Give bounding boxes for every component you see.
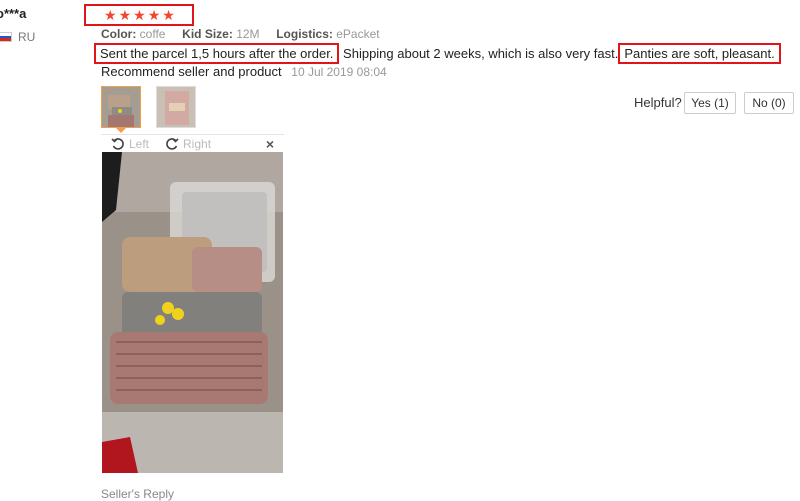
review-text-highlight-2: Panties are soft, pleasant. [618,43,781,64]
review-photo-large [102,152,283,473]
attr-value-logistics: ePacket [336,27,380,41]
helpful-no-button[interactable]: No (0) [744,92,794,114]
attr-value-size: 12M [236,27,260,41]
star-icon: ★ [162,7,175,23]
review-text-line2: Recommend seller and product 10 Jul 2019… [101,64,387,79]
selected-thumb-caret [115,127,127,133]
attr-value-color: coffe [139,27,166,41]
reviewer-name: o***a [0,6,27,21]
star-rating: ★ ★ ★ ★ ★ [84,4,194,26]
rotate-right-icon [166,138,179,150]
product-attributes: Color: coffe Kid Size: 12M Logistics: eP… [101,27,380,41]
photo-viewer-toolbar: Left Right × [101,134,284,153]
review-text: Sent the parcel 1,5 hours after the orde… [94,43,781,64]
rotate-left-label: Left [129,137,150,151]
rotate-left-icon [111,138,124,150]
review-photo-thumb-2[interactable] [156,86,196,128]
star-icon: ★ [104,7,117,23]
rotate-right-button[interactable]: Right [165,137,211,151]
reviewer-country: RU [0,30,35,44]
review-photo-thumb-1[interactable] [101,86,141,128]
helpful-label: Helpful? [634,95,682,110]
rotate-left-button[interactable]: Left [111,137,149,151]
review-recommend: Recommend seller and product [101,64,282,79]
star-icon: ★ [133,7,146,23]
attr-key-color: Color: [101,27,137,41]
russia-flag-icon [0,32,12,42]
helpful-yes-button[interactable]: Yes (1) [684,92,736,114]
review-date: 10 Jul 2019 08:04 [291,65,387,79]
star-icon: ★ [118,7,132,23]
rotate-right-label: Right [183,137,212,151]
close-viewer-icon[interactable]: × [266,136,274,152]
attr-key-size: Kid Size: [182,27,233,41]
attr-key-logistics: Logistics: [276,27,333,41]
country-code: RU [18,30,36,44]
review-text-highlight-1: Sent the parcel 1,5 hours after the orde… [94,43,340,64]
star-icon: ★ [147,7,161,23]
review-text-middle: Shipping about 2 weeks, which is also ve… [339,46,619,61]
